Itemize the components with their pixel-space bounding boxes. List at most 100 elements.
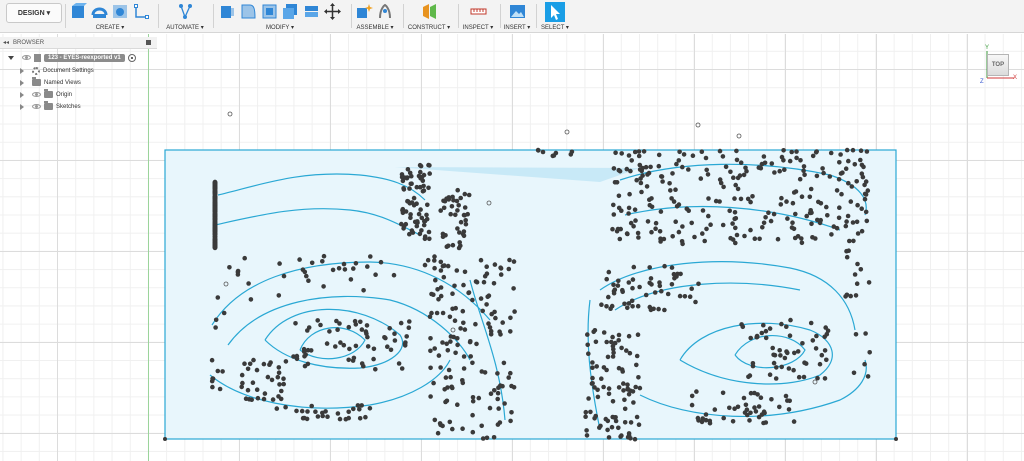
select-cursor-icon[interactable] (545, 2, 565, 22)
split-body-icon[interactable] (303, 3, 320, 20)
shell-icon[interactable] (282, 3, 299, 20)
measure-icon[interactable] (470, 3, 487, 20)
browser-root-node[interactable]: 123 - EYES-reexported v1 (8, 52, 136, 63)
sketch-point (325, 414, 330, 420)
sketch-point (455, 342, 460, 348)
sketch-icon[interactable] (133, 3, 150, 20)
expand-toggle-icon[interactable] (20, 67, 24, 74)
activate-radio-icon[interactable] (127, 53, 136, 62)
browser-item-origin[interactable]: Origin (20, 89, 72, 100)
sketch-point (611, 346, 616, 352)
collapse-browser-icon[interactable]: ◂◂ (3, 39, 9, 46)
sketch-point (427, 171, 433, 176)
browser-header: ◂◂ BROWSER (0, 37, 157, 49)
sketch-point (353, 261, 359, 266)
visibility-eye-icon[interactable] (22, 55, 31, 60)
visibility-eye-icon[interactable] (32, 92, 41, 97)
sketch-point (294, 356, 300, 362)
sketch-point (754, 333, 760, 339)
root-document-label: 123 - EYES-reexported v1 (44, 53, 125, 62)
expand-toggle-icon[interactable] (20, 103, 24, 110)
view-cube-face[interactable]: TOP (987, 54, 1009, 76)
group-modify[interactable]: MODIFY ▾ (215, 0, 345, 33)
sketch-point (401, 186, 406, 191)
revolve-icon[interactable] (112, 3, 129, 20)
sketch-point (662, 263, 667, 269)
browser-pin-icon[interactable] (146, 40, 151, 45)
sketch-point (447, 314, 453, 320)
sketch-point (804, 213, 809, 219)
sketch-point (335, 327, 340, 333)
browser-item-sketches[interactable]: Sketches (20, 101, 81, 112)
sketch-point (242, 361, 247, 367)
sketch-point (634, 414, 640, 420)
sketch-point (342, 267, 348, 272)
sketch-point (432, 346, 438, 351)
fillet-icon[interactable] (240, 3, 257, 20)
separator (158, 4, 159, 28)
view-cube[interactable]: Y X Z TOP (978, 45, 1024, 87)
sketch-point (763, 328, 769, 334)
sketch-point (392, 331, 397, 337)
sketch-point (612, 340, 618, 346)
chamfer-icon[interactable] (261, 3, 278, 20)
group-select[interactable]: SELECT ▾ (538, 0, 572, 33)
offset-plane-icon[interactable] (421, 3, 438, 20)
browser-item-document-settings[interactable]: Document Settings (20, 65, 94, 76)
sketch-point (732, 196, 737, 201)
sketch-point (419, 215, 425, 221)
group-create[interactable]: CREATE ▾ (67, 0, 153, 33)
sketch-point (249, 397, 254, 403)
sketch-point (743, 165, 748, 171)
sketch-point (511, 259, 517, 264)
visibility-eye-icon[interactable] (32, 104, 41, 109)
group-automate[interactable]: AUTOMATE ▾ (160, 0, 210, 33)
move-icon[interactable] (324, 3, 341, 20)
sketch-point (421, 183, 426, 189)
sketch-point (245, 387, 251, 393)
sketch-point (400, 178, 406, 184)
expand-toggle-icon[interactable] (8, 55, 14, 60)
group-insert[interactable]: INSERT ▾ (502, 0, 532, 33)
sketch-point (791, 419, 797, 424)
insert-image-icon[interactable] (509, 3, 526, 20)
sketch-point (363, 414, 368, 420)
sketch-point (647, 265, 652, 270)
sketch-point (411, 195, 417, 201)
sketch-point (365, 264, 370, 269)
sketch-point (440, 310, 446, 316)
group-inspect[interactable]: INSPECT ▾ (460, 0, 496, 33)
sketch-point (420, 189, 426, 194)
sketch-point (859, 228, 865, 234)
sketch-point (745, 196, 751, 202)
browser-item-named-views[interactable]: Named Views (20, 77, 81, 88)
sketch-point (321, 284, 326, 289)
sketch-point (693, 299, 698, 305)
group-construct[interactable]: CONSTRUCT ▾ (405, 0, 453, 33)
browser-item-label: Document Settings (43, 67, 94, 74)
sketch-point (632, 207, 638, 212)
new-joint-icon[interactable] (356, 3, 373, 20)
workspace-switcher[interactable]: DESIGN ▾ (6, 3, 62, 23)
sketch-point (700, 208, 706, 213)
sketch-point (757, 236, 762, 242)
as-built-joint-icon[interactable] (377, 3, 394, 20)
sketch-point (807, 210, 813, 216)
automate-icon[interactable] (177, 3, 194, 20)
sketch-point (437, 421, 443, 426)
extrude-icon[interactable] (91, 3, 108, 20)
sketch-point (669, 196, 674, 201)
sketch-point (396, 361, 402, 366)
sketch-point (491, 281, 497, 286)
expand-toggle-icon[interactable] (20, 91, 24, 98)
sketch-point (443, 375, 449, 380)
sketch-point (440, 234, 446, 239)
sketch-point (217, 386, 223, 392)
press-pull-icon[interactable] (219, 3, 236, 20)
new-component-icon[interactable] (70, 3, 87, 20)
sketch-point (606, 269, 612, 275)
sketch-point (508, 370, 513, 376)
expand-toggle-icon[interactable] (20, 79, 24, 86)
group-assemble[interactable]: ASSEMBLE ▾ (353, 0, 397, 33)
sketch-point (511, 286, 516, 291)
